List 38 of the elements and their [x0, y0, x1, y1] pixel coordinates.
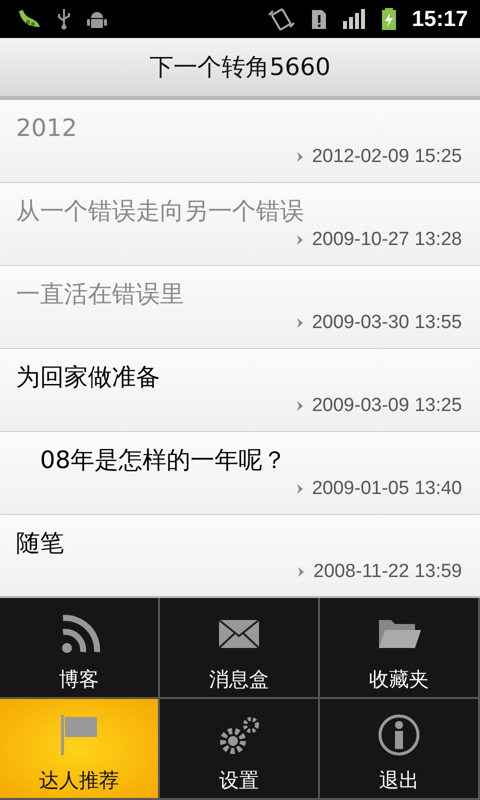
menu-item[interactable]: 设置 [160, 699, 320, 800]
info-icon [377, 713, 421, 757]
chevron-icon [296, 400, 304, 412]
post-title: 随笔 [16, 528, 64, 559]
menu-item[interactable]: 博客 [0, 598, 160, 699]
post-date: 2008-11-22 13:59 [313, 561, 462, 583]
post-date: 2009-10-27 13:28 [312, 229, 462, 251]
post-date: 2009-03-30 13:55 [312, 312, 462, 334]
post-date: 2009-01-05 13:40 [312, 478, 462, 500]
post-row[interactable]: 08年是怎样的一年呢？ 2009-01-05 13:40 [0, 432, 480, 515]
sim-card-alert-icon [310, 7, 328, 31]
post-row[interactable]: 随笔 2008-11-22 13:59 [0, 515, 480, 598]
chevron-icon [296, 317, 304, 329]
post-date: 2009-03-09 13:25 [312, 395, 462, 417]
vibrate-icon [266, 7, 296, 31]
post-date: 2012-02-09 15:25 [312, 146, 462, 168]
menu-item[interactable]: 退出 [320, 699, 480, 800]
screen-title: 下一个转角5660 [149, 52, 331, 83]
post-title: 为回家做准备 [16, 362, 160, 393]
post-title: 从一个错误走向另一个错误 [16, 196, 304, 227]
chevron-icon [296, 151, 304, 163]
menu-item[interactable]: 达人推荐 [0, 699, 160, 800]
post-title: 一直活在错误里 [16, 279, 184, 310]
clock-time: 15:17 [412, 6, 468, 32]
chevron-icon [296, 234, 304, 246]
post-title: 08年是怎样的一年呢？ [39, 445, 287, 476]
post-row[interactable]: 2012 2012-02-09 15:25 [0, 100, 480, 183]
usb-icon [56, 7, 72, 31]
signal-icon [342, 7, 366, 31]
chevron-icon [297, 566, 306, 578]
post-title: 2012 [16, 113, 78, 144]
chevron-icon [296, 483, 304, 495]
menu-item[interactable]: 消息盒 [160, 598, 320, 699]
post-row[interactable]: 从一个错误走向另一个错误 2009-10-27 13:28 [0, 183, 480, 266]
post-row[interactable]: 一直活在错误里 2009-03-30 13:55 [0, 266, 480, 349]
battery-charging-icon [380, 7, 398, 31]
menu-item[interactable]: 收藏夹 [320, 598, 480, 699]
post-row[interactable]: 为回家做准备 2009-03-09 13:25 [0, 349, 480, 432]
